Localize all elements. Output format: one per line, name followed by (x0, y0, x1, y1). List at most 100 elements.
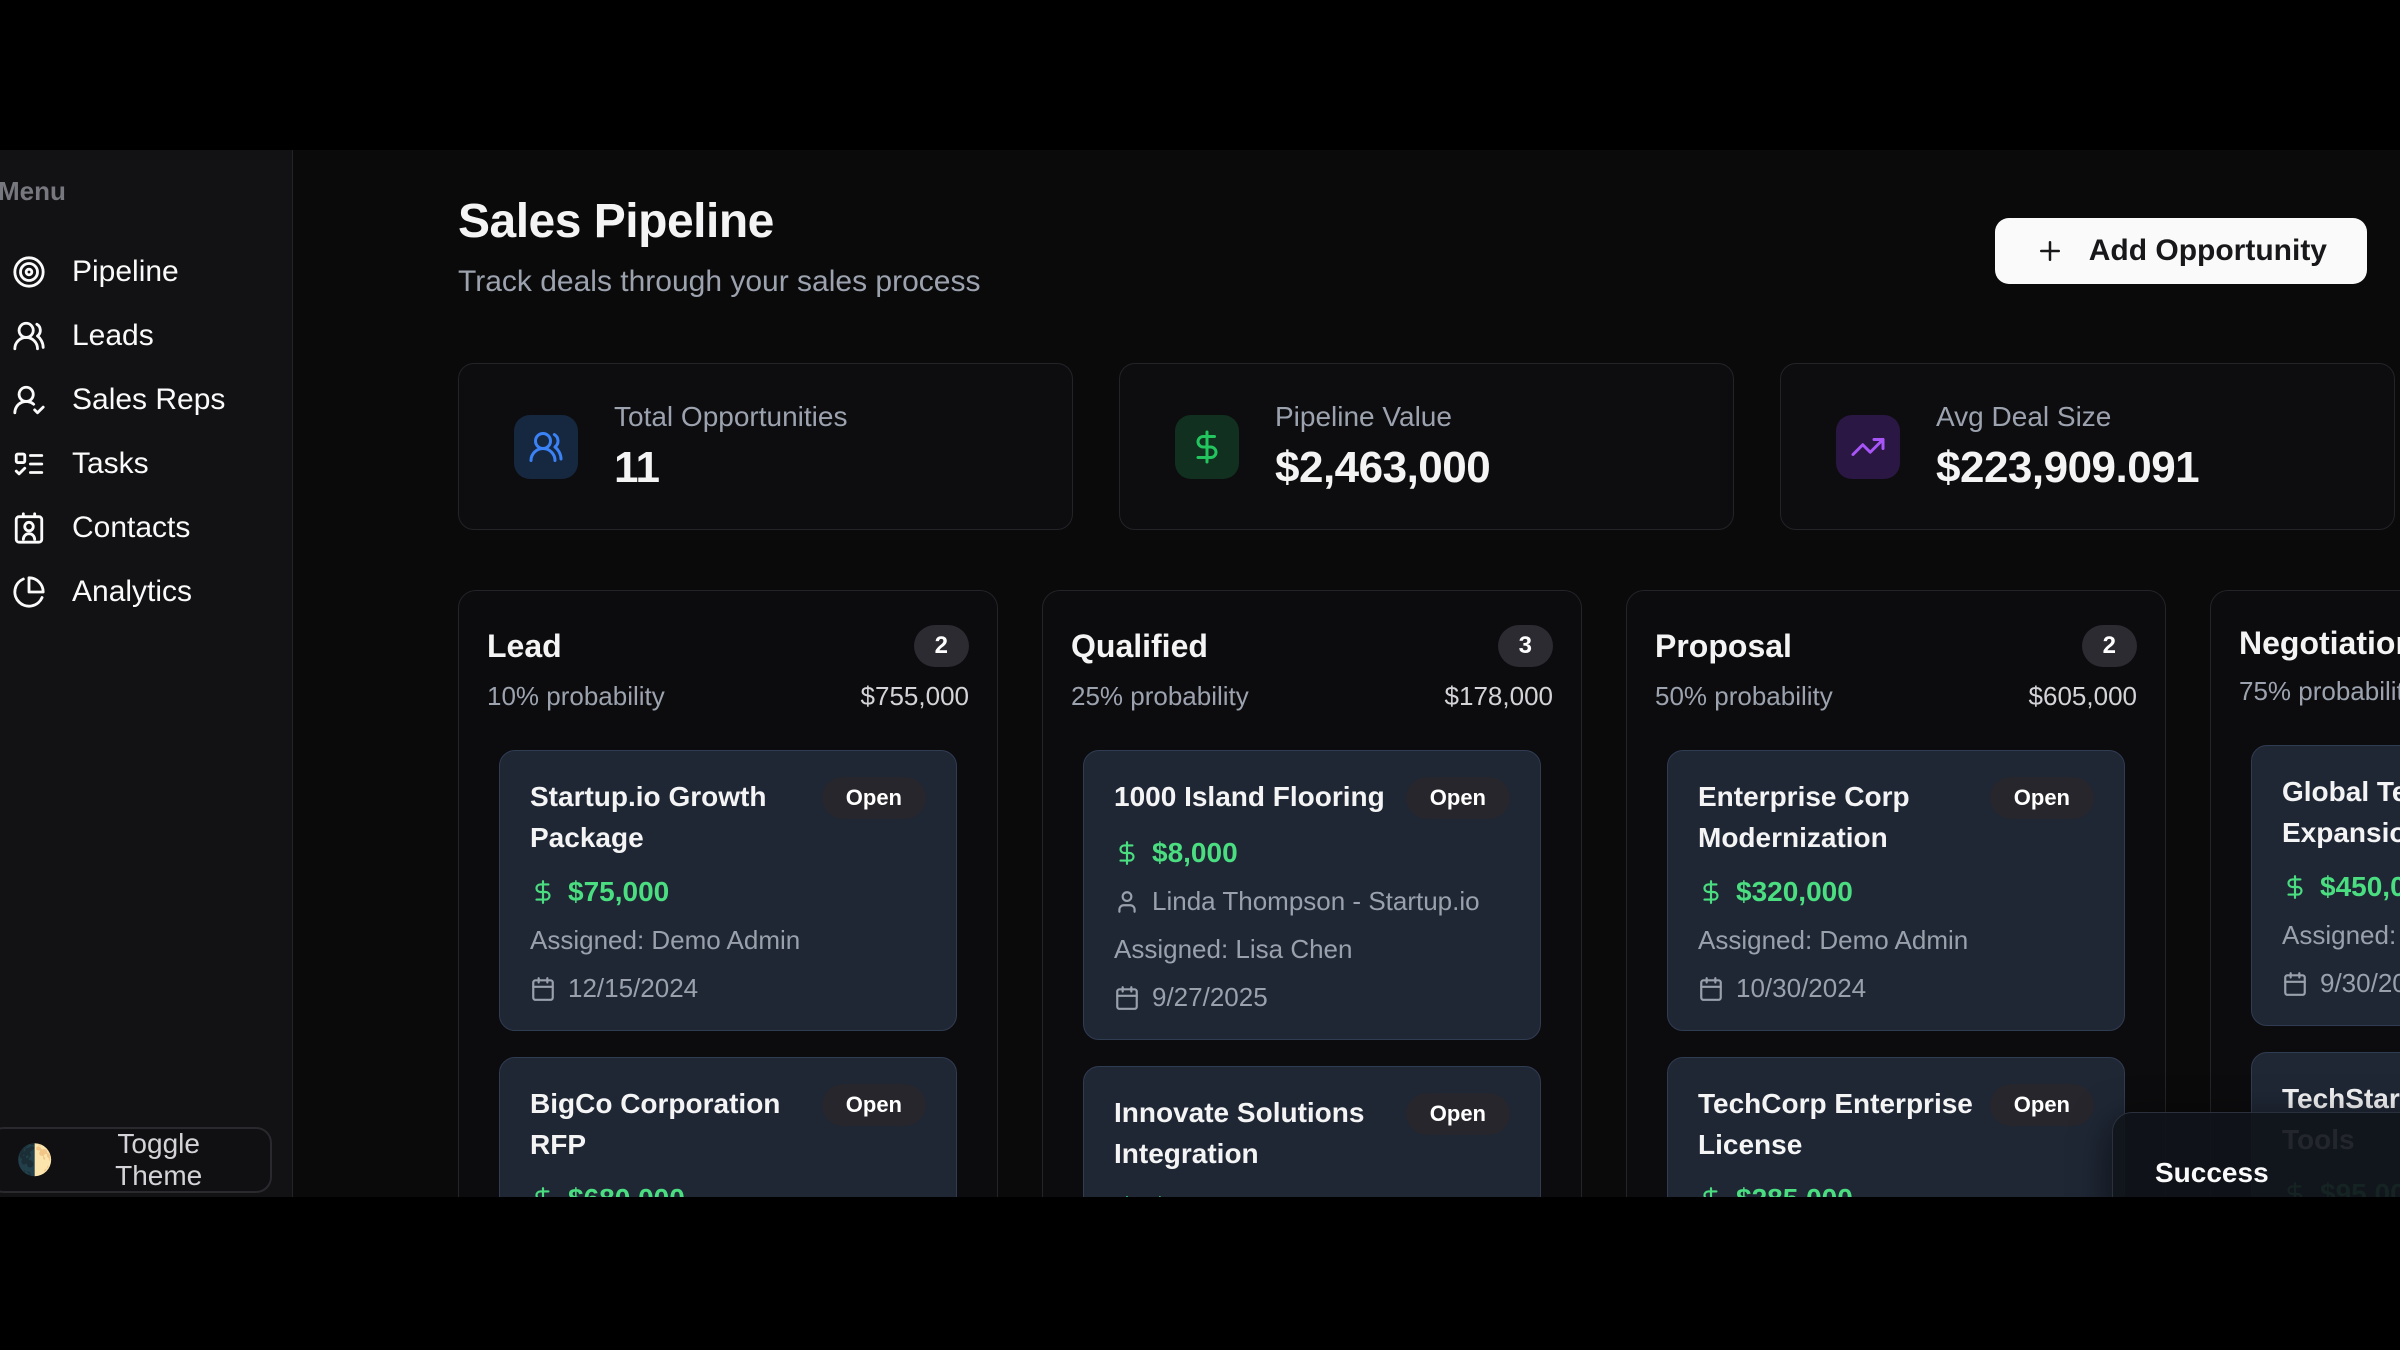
opportunity-card[interactable]: Global Tech Expansion Open $450,000 Assi… (2251, 745, 2400, 1026)
add-opportunity-button[interactable]: Add Opportunity (1995, 218, 2367, 284)
card-assigned: Assigned: Lisa Chen (1114, 934, 1510, 965)
stat-label: Avg Deal Size (1936, 401, 2199, 433)
card-title: TechCorp Enterprise License (1698, 1084, 1974, 1165)
kanban-board[interactable]: Lead 2 10% probability $755,000 Startup.… (458, 590, 2400, 1197)
column-probability: 75% probability (2239, 676, 2400, 707)
column-cards: 1000 Island Flooring Open $8,000 Linda T… (1071, 750, 1553, 1197)
column-title: Proposal (1655, 628, 1792, 665)
card-amount: $125,000 (1152, 1192, 1269, 1197)
stat-card-avg-deal-size: Avg Deal Size $223,909.091 (1780, 363, 2395, 530)
column-total: $605,000 (2029, 681, 2137, 712)
stat-text: Avg Deal Size $223,909.091 (1936, 401, 2199, 493)
opportunity-card[interactable]: BigCo Corporation RFP Open $680,000 Assi… (499, 1057, 957, 1197)
calendar-icon (530, 976, 556, 1002)
sidebar-item-label: Tasks (72, 447, 149, 481)
list-todo-icon (12, 447, 46, 481)
toggle-theme-button[interactable]: 🌓 Toggle Theme (0, 1127, 272, 1193)
dollar-sign-icon (530, 879, 556, 905)
card-amount: $450,000 (2320, 871, 2400, 903)
sidebar-item-label: Analytics (72, 575, 192, 609)
dollar-sign-icon (1175, 415, 1239, 479)
sidebar-item-leads[interactable]: Leads (2, 311, 278, 361)
sidebar-item-label: Sales Reps (72, 383, 225, 417)
card-assigned: Assigned: Demo Admin (2282, 920, 2400, 951)
sidebar-nav: Pipeline Leads Sales Reps Tasks Contacts… (2, 247, 278, 617)
card-assigned: Assigned: Demo Admin (1698, 925, 2094, 956)
dollar-sign-icon (1114, 840, 1140, 866)
sidebar-item-analytics[interactable]: Analytics (2, 567, 278, 617)
opportunity-card[interactable]: TechCorp Enterprise License Open $285,00… (1667, 1057, 2125, 1197)
trending-up-icon (1836, 415, 1900, 479)
page-header: Sales Pipeline Track deals through your … (458, 194, 2395, 299)
card-date: 10/30/2024 (1736, 973, 1866, 1004)
card-title: BigCo Corporation RFP (530, 1084, 806, 1165)
sidebar-item-sales-reps[interactable]: Sales Reps (2, 375, 278, 425)
column-total: $178,000 (1445, 681, 1553, 712)
status-badge: Open (1990, 777, 2094, 819)
status-badge: Open (1406, 777, 1510, 819)
moon-icon: 🌓 (16, 1143, 53, 1178)
opportunity-card[interactable]: Enterprise Corp Modernization Open $320,… (1667, 750, 2125, 1031)
calendar-icon (2282, 971, 2308, 997)
column-probability: 10% probability (487, 681, 665, 712)
card-title: Enterprise Corp Modernization (1698, 777, 1974, 858)
sidebar-item-contacts[interactable]: Contacts (2, 503, 278, 553)
column-count-badge: 3 (1498, 625, 1553, 667)
sidebar-item-label: Leads (72, 319, 154, 353)
users-icon (514, 415, 578, 479)
stat-label: Total Opportunities (614, 401, 847, 433)
card-amount: $75,000 (568, 876, 669, 908)
toggle-theme-label: Toggle Theme (73, 1128, 244, 1192)
card-assigned: Assigned: Demo Admin (530, 925, 926, 956)
dollar-sign-icon (1698, 879, 1724, 905)
card-amount: $285,000 (1736, 1183, 1853, 1197)
card-amount: $320,000 (1736, 876, 1853, 908)
column-total: $755,000 (861, 681, 969, 712)
column-title: Lead (487, 628, 562, 665)
sidebar-item-label: Contacts (72, 511, 190, 545)
column-proposal: Proposal 2 50% probability $605,000 Ente… (1626, 590, 2166, 1197)
opportunity-card[interactable]: Startup.io Growth Package Open $75,000 A… (499, 750, 957, 1031)
dollar-sign-icon (1698, 1186, 1724, 1197)
card-title: Innovate Solutions Integration (1114, 1093, 1390, 1174)
status-badge: Open (1990, 1084, 2094, 1126)
card-date: 12/15/2024 (568, 973, 698, 1004)
stat-value: $223,909.091 (1936, 443, 2199, 493)
sidebar-item-label: Pipeline (72, 255, 179, 289)
card-date: 9/27/2025 (1152, 982, 1268, 1013)
column-count-badge: 2 (2082, 625, 2137, 667)
column-lead: Lead 2 10% probability $755,000 Startup.… (458, 590, 998, 1197)
sidebar-item-pipeline[interactable]: Pipeline (2, 247, 278, 297)
card-date: 9/30/2025 (2320, 968, 2400, 999)
card-amount: $8,000 (1152, 837, 1238, 869)
page-header-text: Sales Pipeline Track deals through your … (458, 194, 980, 299)
stat-card-total-opportunities: Total Opportunities 11 (458, 363, 1073, 530)
opportunity-card[interactable]: 1000 Island Flooring Open $8,000 Linda T… (1083, 750, 1541, 1040)
stat-card-pipeline-value: Pipeline Value $2,463,000 (1119, 363, 1734, 530)
plus-icon (2035, 236, 2065, 266)
sidebar-item-tasks[interactable]: Tasks (2, 439, 278, 489)
toast-title: Success (2155, 1157, 2400, 1189)
status-badge: Open (822, 777, 926, 819)
column-count-badge: 2 (914, 625, 969, 667)
card-amount: $680,000 (568, 1183, 685, 1197)
dollar-sign-icon (1114, 1195, 1140, 1197)
column-cards: Enterprise Corp Modernization Open $320,… (1655, 750, 2137, 1197)
status-badge: Open (822, 1084, 926, 1126)
stat-value: $2,463,000 (1275, 443, 1490, 493)
add-opportunity-label: Add Opportunity (2089, 234, 2327, 268)
column-cards: Startup.io Growth Package Open $75,000 A… (487, 750, 969, 1197)
contact-card-icon (12, 511, 46, 545)
calendar-icon (1698, 976, 1724, 1002)
status-badge: Open (1406, 1093, 1510, 1135)
opportunity-card[interactable]: Innovate Solutions Integration Open $125… (1083, 1066, 1541, 1197)
stat-text: Pipeline Value $2,463,000 (1275, 401, 1490, 493)
column-probability: 25% probability (1071, 681, 1249, 712)
app-window: Menu Pipeline Leads Sales Reps Tasks Con… (0, 150, 2400, 1197)
dollar-sign-icon (530, 1186, 556, 1197)
stats-row: Total Opportunities 11 Pipeline Value $2… (458, 363, 2395, 530)
column-probability: 50% probability (1655, 681, 1833, 712)
main-content: Sales Pipeline Track deals through your … (293, 150, 2400, 1197)
card-title: 1000 Island Flooring (1114, 777, 1385, 818)
card-title: Startup.io Growth Package (530, 777, 806, 858)
